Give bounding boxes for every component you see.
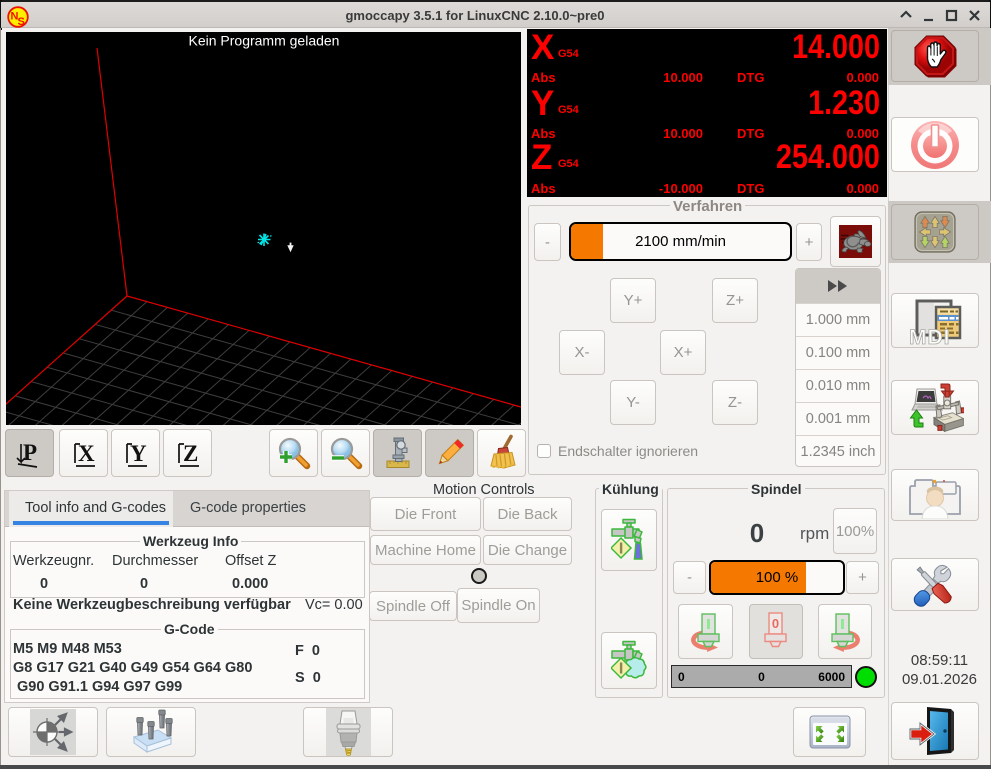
svg-text:P: P [23,440,37,465]
svg-text:MDI: MDI [909,326,951,346]
svg-text:Z: Z [183,441,198,466]
svg-text:0: 0 [772,616,779,631]
svg-text:X: X [78,441,95,466]
svg-text:Kein Programm geladen: Kein Programm geladen [189,33,340,49]
svg-text:Y: Y [130,441,147,466]
